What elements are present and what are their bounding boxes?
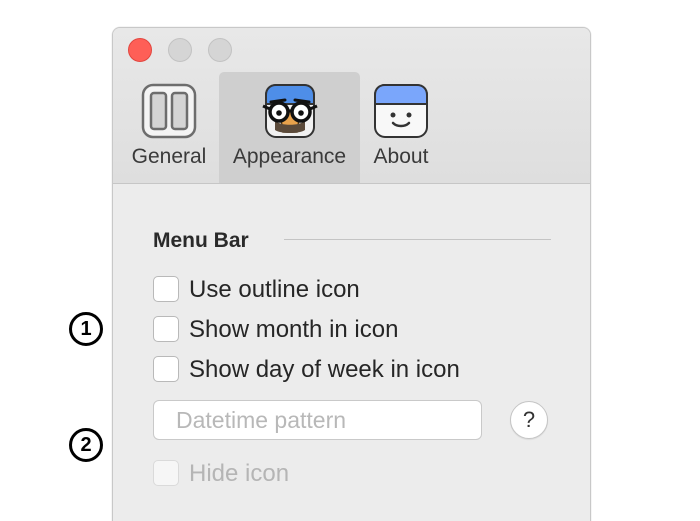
checkbox-label: Show day of week in icon — [189, 356, 460, 383]
section-divider — [284, 239, 551, 240]
checkbox-label: Hide icon — [189, 460, 290, 487]
tab-appearance[interactable]: Appearance — [219, 72, 360, 183]
zoom-button[interactable] — [208, 38, 232, 62]
tab-general[interactable]: General — [123, 72, 215, 183]
checkbox-label: Use outline icon — [189, 276, 360, 303]
toolbar: General Appearance About — [113, 28, 590, 184]
close-button[interactable] — [128, 38, 152, 62]
annotation-number-1: 1 — [69, 312, 103, 346]
checkbox-label: Show month in icon — [189, 316, 399, 343]
tab-about-label: About — [373, 145, 429, 168]
annotation-number-2: 2 — [69, 428, 103, 462]
tab-general-label: General — [131, 145, 207, 168]
panels-icon — [141, 83, 197, 139]
checkbox[interactable] — [153, 356, 179, 382]
tab-about[interactable]: About — [363, 72, 439, 183]
checkbox[interactable] — [153, 316, 179, 342]
checkbox[interactable] — [153, 276, 179, 302]
tab-appearance-label: Appearance — [232, 145, 347, 168]
datetime-pattern-input[interactable] — [153, 400, 482, 440]
section-title: Menu Bar — [153, 229, 249, 252]
preferences-window: General Appearance About Menu Bar Use ou… — [112, 27, 591, 521]
checkbox[interactable] — [153, 460, 179, 486]
minimize-button[interactable] — [168, 38, 192, 62]
smiley-calendar-icon — [374, 84, 428, 138]
help-button[interactable]: ? — [510, 401, 548, 439]
disguise-face-icon — [261, 84, 318, 138]
